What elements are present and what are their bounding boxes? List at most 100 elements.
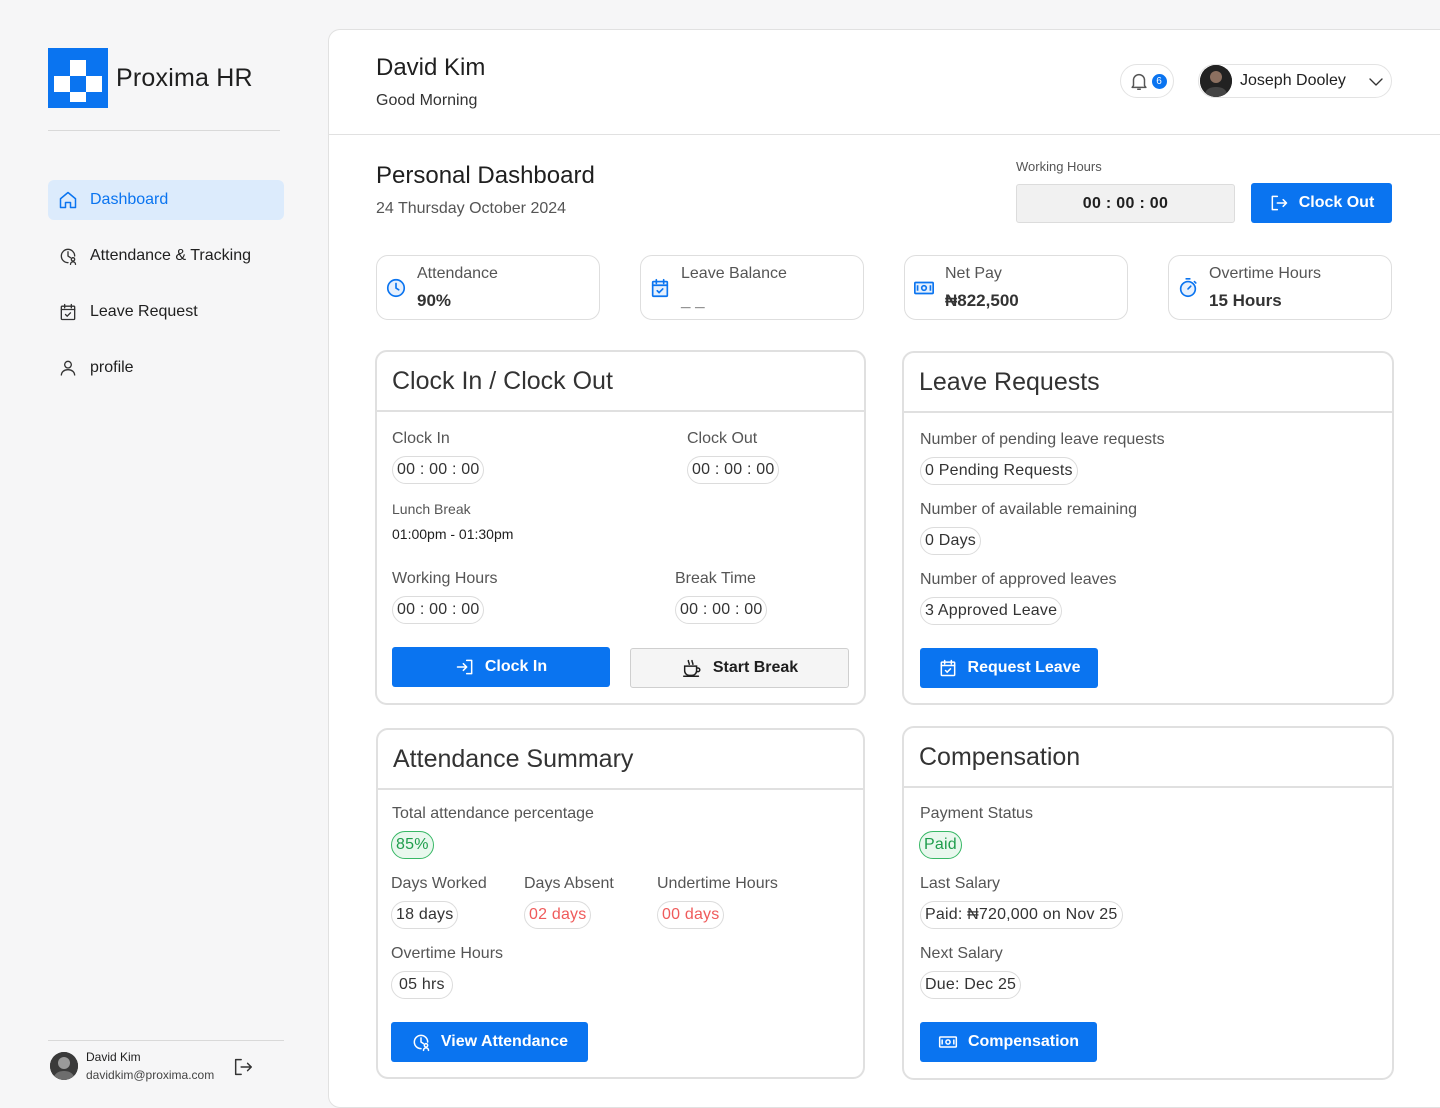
money-icon — [914, 281, 934, 294]
stat-value: 90% — [417, 290, 452, 310]
sidebar-item-label: Dashboard — [90, 191, 169, 208]
days-absent-value: 02 days — [524, 901, 592, 929]
start-break-button[interactable]: Start Break — [630, 648, 849, 688]
leave-requests-card: Leave Requests Number of pending leave r… — [902, 351, 1394, 705]
bell-icon — [1130, 73, 1147, 90]
stat-label: Net Pay — [945, 264, 1002, 282]
page-date: 24 Thursday October 2024 — [376, 200, 567, 217]
brand-logo[interactable]: Proxima HR — [48, 48, 253, 108]
overtime-value: 05 hrs — [391, 971, 453, 999]
card-title: Clock In / Clock Out — [377, 352, 864, 412]
available-label: Number of available remaining — [920, 501, 1137, 518]
user-icon — [60, 360, 76, 376]
user-greeting-name: David Kim — [376, 54, 486, 81]
approved-value: 3 Approved Leave — [920, 597, 1063, 625]
sidebar-item-profile[interactable]: profile — [48, 348, 284, 388]
avatar-image — [50, 1052, 78, 1080]
compensation-card: Compensation Payment Status Paid Last Sa… — [902, 726, 1394, 1080]
account-name: Joseph Dooley — [1240, 72, 1346, 89]
sidebar-item-label: Leave Request — [90, 303, 198, 320]
notification-badge: 6 — [1151, 73, 1167, 89]
last-salary-label: Last Salary — [920, 875, 1001, 892]
stopwatch-icon — [1179, 277, 1197, 297]
clock-out-label: Clock Out — [687, 430, 758, 447]
clock-out-label: Clock Out — [1298, 194, 1375, 211]
chevron-down-icon — [1369, 78, 1383, 86]
payment-status-label: Payment Status — [920, 805, 1033, 822]
attendance-summary-card: Attendance Summary Total attendance perc… — [376, 728, 865, 1079]
view-attendance-button[interactable]: View Attendance — [391, 1022, 588, 1062]
break-time-value: 00 : 00 : 00 — [675, 596, 768, 624]
clock-out-time: 00 : 00 : 00 — [687, 456, 780, 484]
working-hours-timer: 00 : 00 : 00 — [1016, 184, 1235, 223]
sidebar-user[interactable]: David Kim davidkim@proxima.com — [50, 1050, 214, 1082]
clock-in-time: 00 : 00 : 00 — [392, 456, 485, 484]
divider — [48, 130, 280, 131]
stat-label: Leave Balance — [681, 264, 787, 282]
break-time-label: Break Time — [675, 570, 756, 587]
top-bar: David Kim Good Morning 6 Joseph Dooley — [329, 30, 1440, 135]
stat-value: 15 Hours — [1209, 290, 1282, 310]
calendar-check-icon — [651, 278, 669, 297]
compensation-button-label: Compensation — [967, 1033, 1080, 1050]
working-hours-label: Working Hours — [1016, 159, 1102, 174]
sidebar-item-leave-request[interactable]: Leave Request — [48, 292, 284, 332]
sidebar-user-email: davidkim@proxima.com — [86, 1068, 215, 1082]
card-title: Attendance Summary — [378, 730, 863, 790]
card-title: Leave Requests — [904, 353, 1392, 413]
total-attendance-value: 85% — [391, 831, 434, 859]
stat-card-leave-balance: Leave Balance _ _ — [640, 255, 864, 320]
days-worked-label: Days Worked — [391, 875, 487, 892]
calendar-check-icon — [60, 303, 76, 321]
calendar-check-icon — [940, 659, 955, 677]
pending-value: 0 Pending Requests — [920, 457, 1078, 485]
brand-name: Proxima HR — [116, 63, 253, 92]
last-salary-value: Paid: ₦720,000 on Nov 25 — [920, 901, 1123, 929]
clock-in-button-label: Clock In — [484, 658, 548, 675]
view-attendance-label: View Attendance — [440, 1033, 569, 1050]
stat-card-attendance: Attendance 90% — [376, 255, 600, 320]
main-panel: David Kim Good Morning 6 Joseph Dooley P… — [328, 29, 1440, 1108]
stat-card-overtime: Overtime Hours 15 Hours — [1168, 255, 1392, 320]
login-icon — [456, 659, 473, 675]
sidebar-item-attendance[interactable]: Attendance & Tracking — [48, 236, 284, 276]
sidebar: Proxima HR Dashboard Attendance & Tracki… — [0, 0, 328, 1108]
approved-label: Number of approved leaves — [920, 571, 1117, 588]
lunch-break-value: 01:00pm - 01:30pm — [392, 526, 514, 542]
logout-icon[interactable] — [232, 1056, 254, 1078]
sidebar-item-label: profile — [90, 359, 134, 376]
working-hours-time: 00 : 00 : 00 — [392, 596, 485, 624]
stat-label: Overtime Hours — [1209, 264, 1322, 282]
pending-label: Number of pending leave requests — [920, 431, 1165, 448]
clock-user-icon — [60, 248, 77, 265]
stat-card-net-pay: Net Pay ₦822,500 — [904, 255, 1128, 320]
home-icon — [59, 191, 77, 209]
overtime-label: Overtime Hours — [391, 945, 504, 962]
request-leave-label: Request Leave — [967, 659, 1081, 676]
request-leave-button[interactable]: Request Leave — [920, 648, 1098, 688]
notifications-button[interactable]: 6 — [1120, 64, 1174, 98]
days-worked-value: 18 days — [391, 901, 459, 929]
undertime-value: 00 days — [657, 901, 725, 929]
clock-out-button[interactable]: Clock Out — [1251, 183, 1392, 223]
clock-icon — [386, 278, 406, 297]
card-title: Compensation — [904, 728, 1392, 788]
clock-in-button[interactable]: Clock In — [392, 647, 610, 687]
start-break-label: Start Break — [712, 659, 799, 676]
account-menu[interactable]: Joseph Dooley — [1198, 64, 1392, 98]
clock-in-label: Clock In — [392, 430, 450, 447]
sidebar-nav: Dashboard Attendance & Tracking Leave Re… — [48, 180, 284, 404]
stat-value: _ _ — [681, 290, 705, 310]
total-attendance-label: Total attendance percentage — [392, 805, 594, 822]
available-value: 0 Days — [920, 527, 981, 555]
coffee-cup-icon — [682, 659, 701, 677]
sidebar-item-dashboard[interactable]: Dashboard — [48, 180, 284, 220]
compensation-button[interactable]: Compensation — [920, 1022, 1097, 1062]
avatar-image — [1200, 65, 1232, 97]
sidebar-item-label: Attendance & Tracking — [90, 247, 251, 264]
clock-card: Clock In / Clock Out Clock In 00 : 00 : … — [375, 350, 866, 705]
days-absent-label: Days Absent — [524, 875, 614, 892]
working-hours-label: Working Hours — [392, 570, 498, 587]
clock-user-icon — [413, 1034, 430, 1052]
next-salary-label: Next Salary — [920, 945, 1003, 962]
